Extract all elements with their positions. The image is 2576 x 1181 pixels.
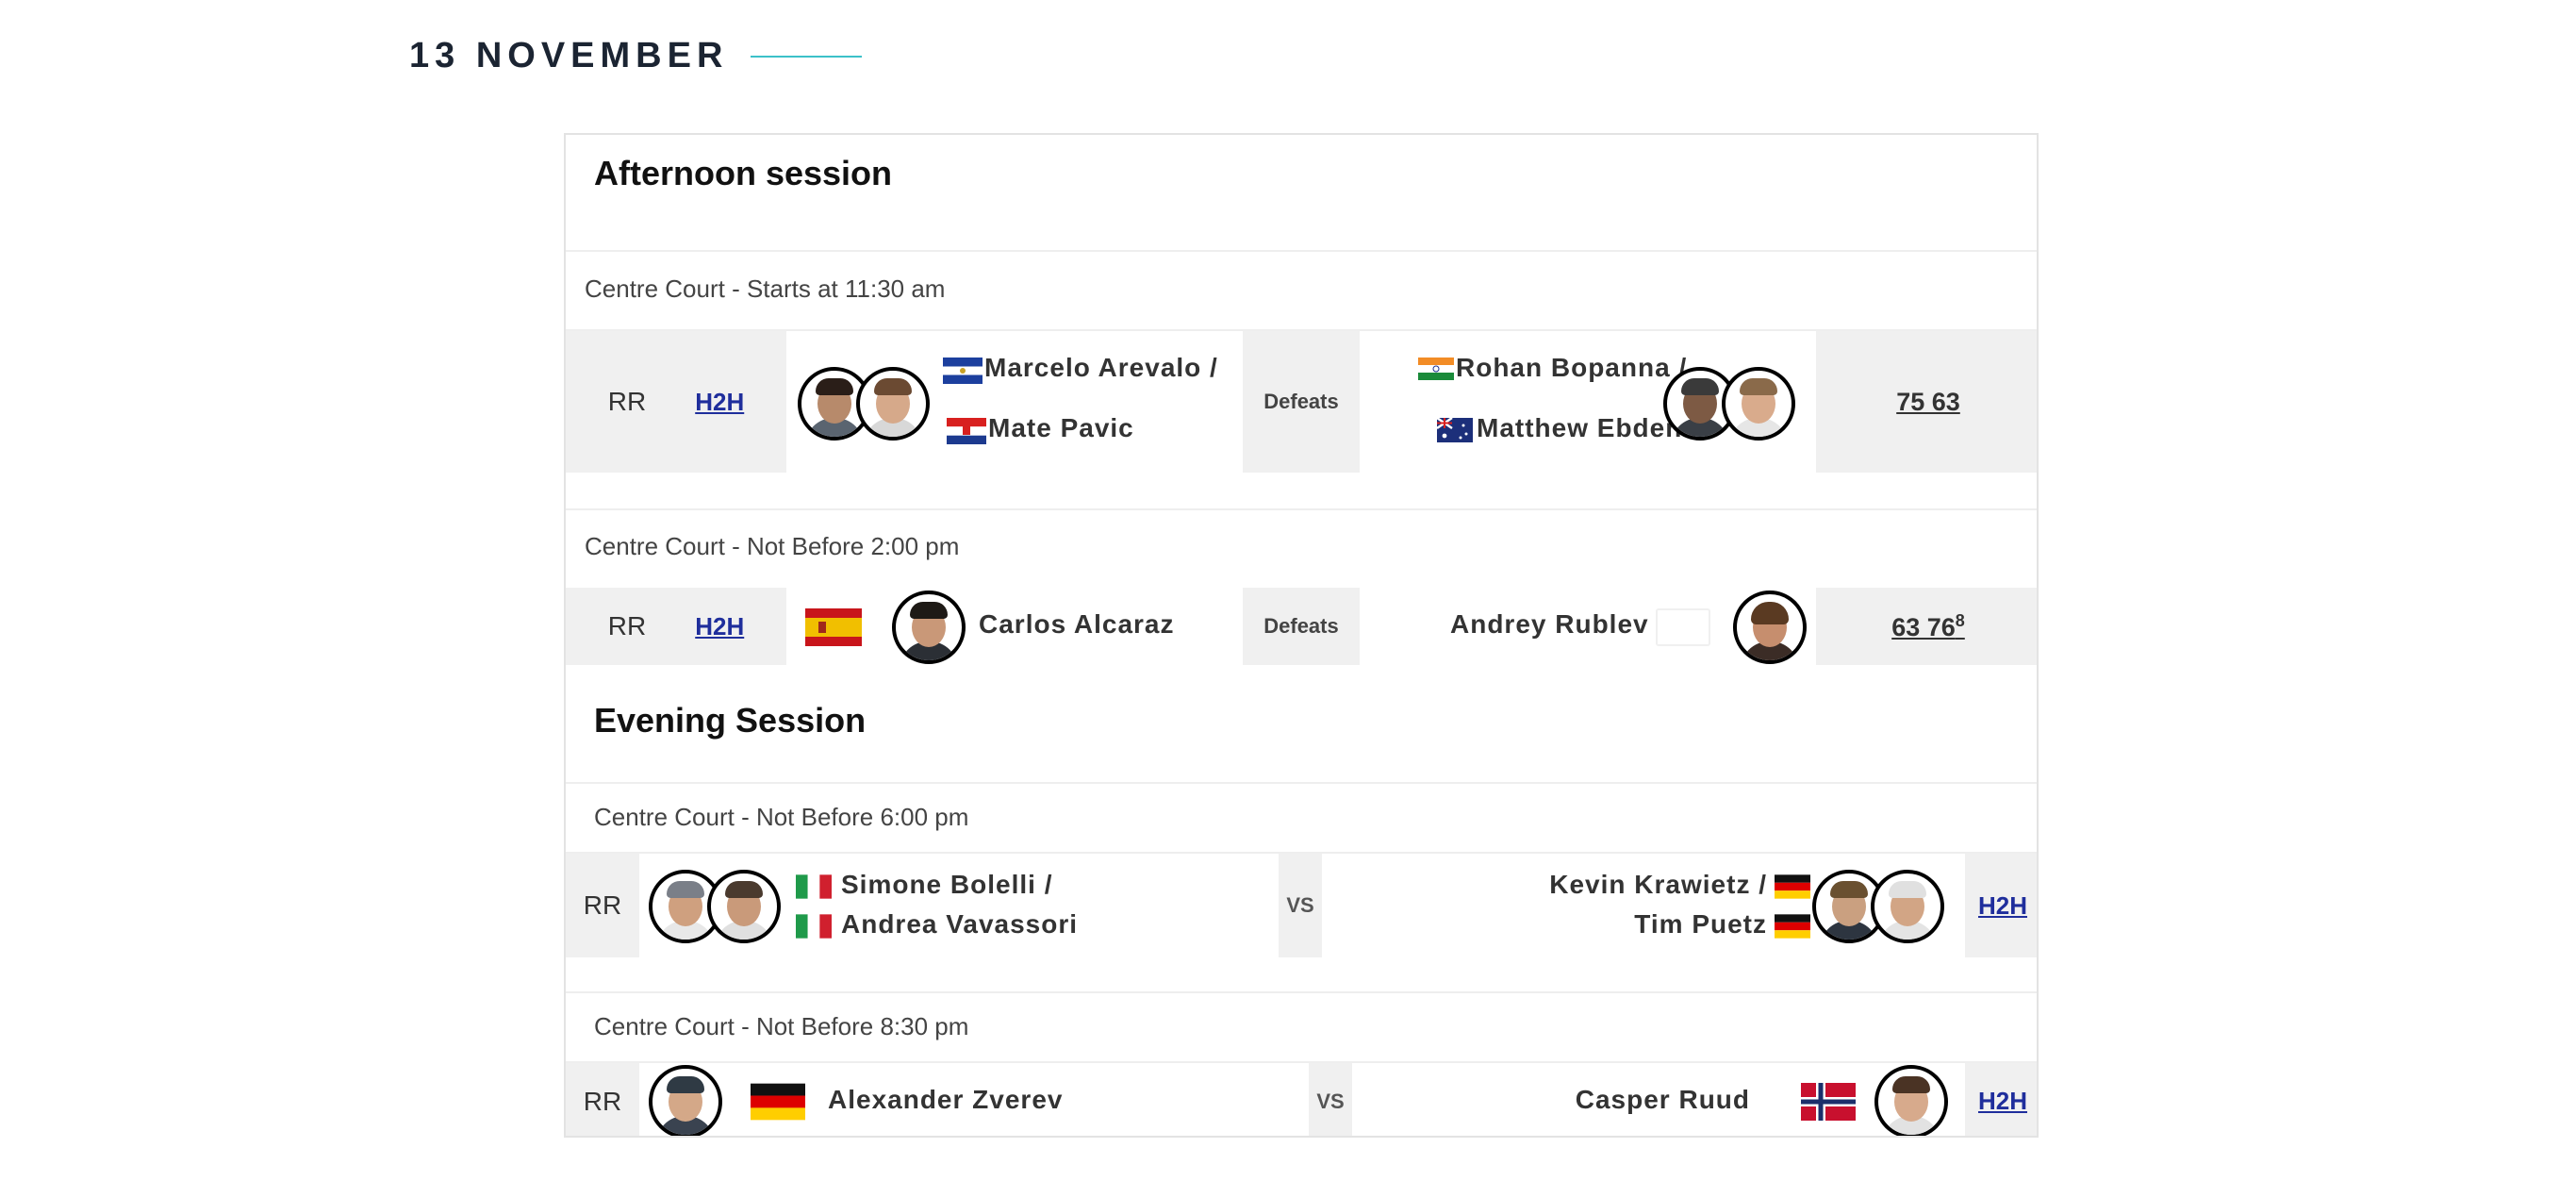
- left-player: Carlos Alcaraz: [786, 588, 1243, 665]
- left-team: Simone Bolelli / Andrea Vavassori: [639, 854, 1279, 957]
- player-name-pavic[interactable]: Mate Pavic: [988, 413, 1134, 443]
- divider: [566, 991, 2037, 993]
- player-avatar-ebden[interactable]: [1722, 367, 1795, 441]
- match-row-bolelli-vavassori-vs-krawietz-puetz: RR Simone Bolelli / Andrea Vavassori VS …: [566, 854, 2037, 957]
- h2h-cell: H2H: [1965, 1063, 2037, 1136]
- player-name-puetz[interactable]: Tim Puetz: [1634, 909, 1767, 940]
- result-label: Defeats: [1263, 390, 1339, 413]
- vs-cell: VS: [1279, 854, 1322, 957]
- germany-flag-icon: [1775, 914, 1810, 939]
- el-salvador-flag-icon: [943, 358, 983, 384]
- h2h-link[interactable]: H2H: [1978, 891, 2027, 921]
- player-name-bopanna[interactable]: Rohan Bopanna /: [1456, 353, 1687, 383]
- h2h-link[interactable]: H2H: [695, 388, 744, 417]
- match-score[interactable]: 63 768: [1891, 611, 1965, 642]
- vs-label: VS: [1316, 1089, 1345, 1113]
- norway-flag-icon: [1801, 1083, 1856, 1121]
- result-cell: Defeats: [1243, 588, 1360, 665]
- player-name-krawietz[interactable]: Kevin Krawietz /: [1549, 870, 1767, 900]
- round-label: RR: [583, 890, 622, 920]
- date-title: 13 NOVEMBER: [409, 36, 729, 75]
- vs-cell: VS: [1309, 1063, 1352, 1136]
- player-name-vavassori[interactable]: Andrea Vavassori: [841, 909, 1078, 940]
- germany-flag-icon: [1775, 874, 1810, 899]
- match-row-alcaraz-vs-rublev: RR H2H Carlos Alcaraz Defeats Andrey Rub…: [566, 588, 2037, 665]
- right-team: Kevin Krawietz / Tim Puetz: [1322, 854, 1965, 957]
- court-label: Centre Court - Not Before 2:00 pm: [585, 532, 960, 560]
- germany-flag-icon: [751, 1083, 805, 1121]
- h2h-cell: H2H: [1965, 854, 2037, 957]
- court-label: Centre Court - Starts at 11:30 am: [585, 274, 946, 303]
- match-row-zverev-vs-ruud: RR Alexander Zverev VS Casper Ruud H2H: [566, 1063, 2037, 1136]
- right-player: Andrey Rublev: [1360, 588, 1816, 665]
- italy-flag-icon: [796, 874, 832, 899]
- player-name-arevalo[interactable]: Marcelo Arevalo /: [984, 353, 1218, 383]
- croatia-flag-icon: [947, 418, 986, 444]
- score-cell: 63 768: [1816, 588, 2037, 665]
- player-avatar-alcaraz[interactable]: [892, 590, 966, 664]
- player-name-ebden[interactable]: Matthew Ebden: [1477, 413, 1682, 443]
- date-header: 13 NOVEMBER: [409, 36, 863, 76]
- spain-flag-icon: [805, 608, 862, 646]
- right-team: Rohan Bopanna / Matthew Ebden: [1360, 331, 1816, 473]
- round-cell: RR H2H: [566, 588, 786, 665]
- australia-flag-icon: [1437, 418, 1473, 442]
- match-score[interactable]: 75 63: [1896, 388, 1960, 417]
- player-avatar-puetz[interactable]: [1871, 870, 1944, 943]
- court-label: Centre Court - Not Before 6:00 pm: [594, 803, 969, 831]
- round-label: RR: [607, 387, 647, 416]
- round-cell: RR H2H: [566, 331, 786, 473]
- date-accent-rule: [751, 55, 863, 58]
- tiebreak-score: 8: [1955, 610, 1965, 630]
- h2h-link[interactable]: H2H: [1978, 1087, 2027, 1116]
- round-label: RR: [607, 611, 647, 640]
- divider: [566, 782, 2037, 784]
- score-main: 63 76: [1891, 612, 1956, 641]
- player-name-ruud[interactable]: Casper Ruud: [1576, 1085, 1750, 1115]
- match-row-arevalo-pavic-vs-bopanna-ebden: RR H2H Marcelo Arevalo / Mate Pavic Defe…: [566, 331, 2037, 473]
- player-name-rublev[interactable]: Andrey Rublev: [1450, 609, 1649, 640]
- player-name-zverev[interactable]: Alexander Zverev: [828, 1085, 1063, 1115]
- player-avatar-rublev[interactable]: [1733, 590, 1807, 664]
- left-player: Alexander Zverev: [639, 1063, 1309, 1136]
- score-cell: 75 63: [1816, 331, 2037, 473]
- player-avatar-pavic[interactable]: [856, 367, 930, 441]
- divider: [566, 250, 2037, 252]
- vs-label: VS: [1286, 893, 1314, 917]
- round-label: RR: [583, 1086, 622, 1116]
- player-name-bolelli[interactable]: Simone Bolelli /: [841, 870, 1052, 900]
- italy-flag-icon: [796, 914, 832, 939]
- player-avatar-vavassori[interactable]: [707, 870, 781, 943]
- h2h-link[interactable]: H2H: [695, 612, 744, 641]
- left-team: Marcelo Arevalo / Mate Pavic: [786, 331, 1243, 473]
- player-avatar-ruud[interactable]: [1874, 1065, 1948, 1136]
- right-player: Casper Ruud: [1352, 1063, 1965, 1136]
- result-label: Defeats: [1263, 614, 1339, 638]
- round-cell: RR: [566, 854, 639, 957]
- schedule-card: Afternoon session Centre Court - Starts …: [564, 133, 2039, 1138]
- blank-flag-icon: [1656, 608, 1710, 646]
- india-flag-icon: [1418, 358, 1454, 380]
- divider: [566, 508, 2037, 510]
- result-cell: Defeats: [1243, 331, 1360, 473]
- player-name-alcaraz[interactable]: Carlos Alcaraz: [979, 609, 1175, 640]
- session-title-evening: Evening Session: [594, 701, 867, 740]
- round-cell: RR: [566, 1063, 639, 1136]
- court-label: Centre Court - Not Before 8:30 pm: [594, 1012, 969, 1040]
- player-avatar-zverev[interactable]: [649, 1065, 722, 1136]
- session-title-afternoon: Afternoon session: [594, 154, 893, 192]
